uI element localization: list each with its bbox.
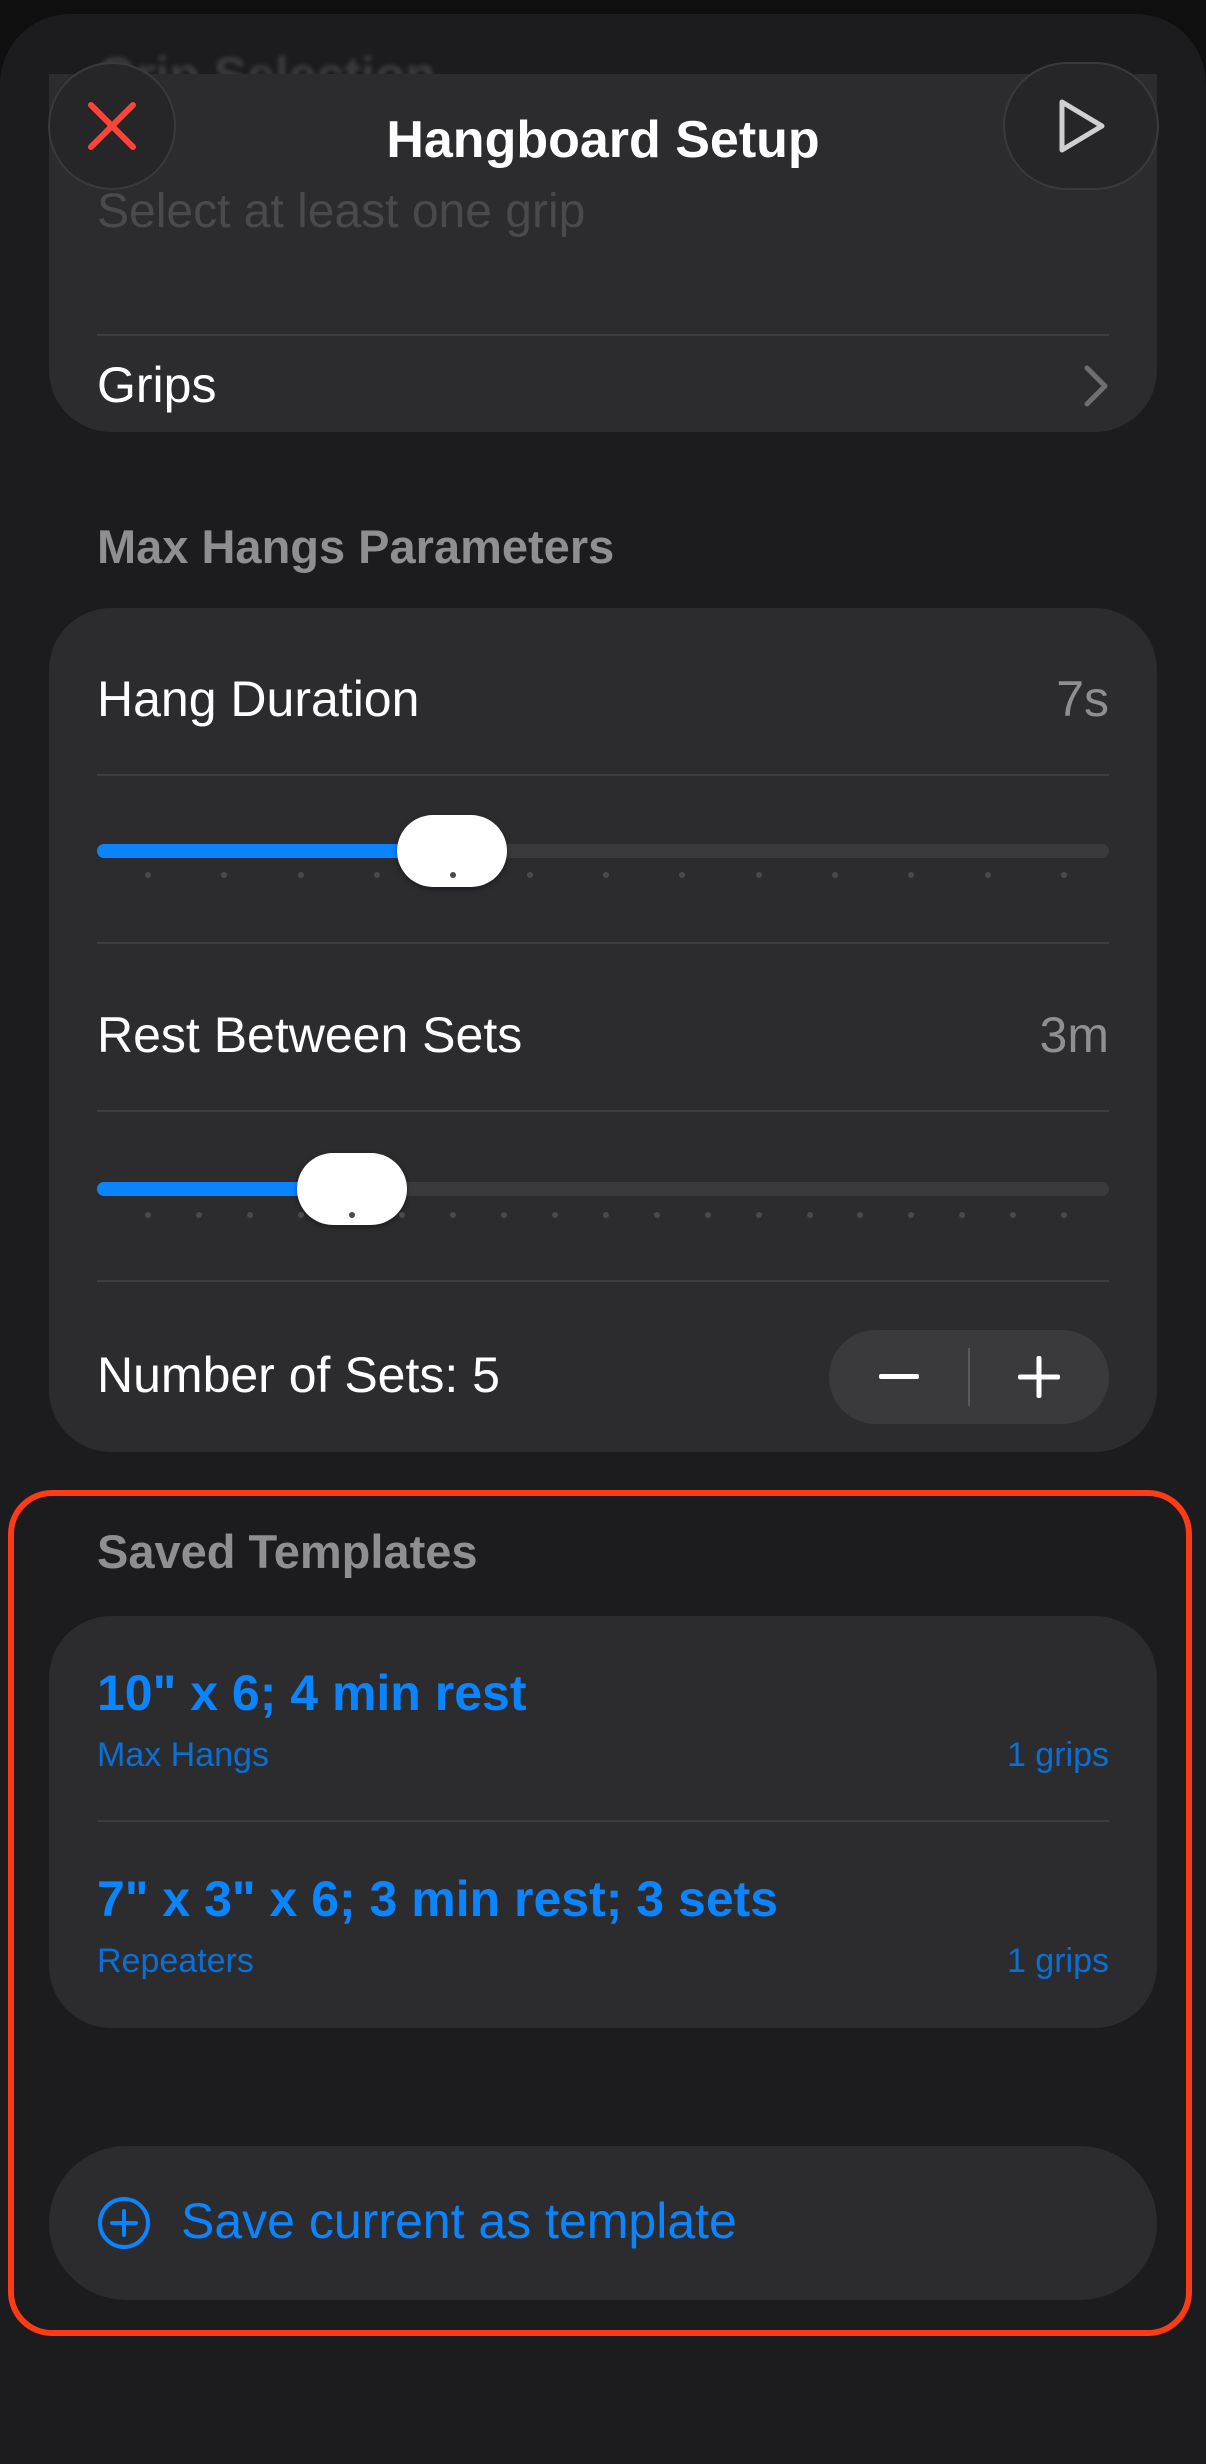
slider-tick (832, 872, 838, 878)
hang-duration-slider[interactable] (97, 815, 1109, 887)
slider-tick (348, 1212, 355, 1218)
slider-tick (145, 872, 151, 878)
start-button[interactable] (1003, 62, 1159, 190)
number-of-sets-label: Number of Sets: 5 (97, 1347, 500, 1403)
divider (97, 774, 1109, 776)
divider (97, 1110, 1109, 1112)
increment-button[interactable] (969, 1330, 1109, 1424)
sets-stepper[interactable] (829, 1330, 1109, 1424)
slider-tick (1061, 872, 1067, 878)
play-icon (1059, 99, 1105, 153)
slider-tick (755, 1212, 762, 1218)
slider-tick (221, 872, 228, 878)
slider-tick (806, 1212, 813, 1218)
slider-tick (145, 1212, 151, 1218)
slider-tick (297, 872, 304, 878)
slider-tick (195, 1212, 202, 1218)
slider-tick (679, 872, 686, 878)
rest-between-sets-slider[interactable] (97, 1153, 1109, 1225)
grips-row[interactable]: Grips (49, 336, 1157, 432)
slider-tick (755, 872, 762, 878)
rest-between-sets-label: Rest Between Sets (97, 1007, 523, 1063)
hang-duration-value: 7s (1056, 671, 1109, 727)
slider-tick (297, 1212, 304, 1218)
slider-tick (552, 1212, 559, 1218)
grips-label: Grips (97, 357, 217, 413)
slider-tick (959, 1212, 966, 1218)
slider-tick (246, 1212, 253, 1218)
slider-tick (501, 1212, 508, 1218)
rest-between-sets-value: 3m (1039, 1007, 1109, 1063)
slider-tick (1061, 1212, 1067, 1218)
hang-duration-label: Hang Duration (97, 671, 420, 727)
slider-tick (1010, 1212, 1017, 1218)
parameters-card: Hang Duration 7s Rest Between Sets 3m Nu… (49, 608, 1157, 1452)
slider-tick (399, 1212, 406, 1218)
slider-tick (526, 872, 533, 878)
plus-icon (1018, 1356, 1060, 1398)
slider-tick (984, 872, 991, 878)
slider-ticks (97, 872, 1109, 878)
grip-placeholder: Select at least one grip (97, 185, 586, 238)
slider-tick (450, 1212, 457, 1218)
slider-tick (603, 1212, 609, 1218)
slider-tick (908, 872, 915, 878)
divider (97, 1280, 1109, 1282)
minus-icon (879, 1374, 919, 1379)
slider-tick (704, 1212, 711, 1218)
slider-tick (450, 872, 457, 878)
divider (97, 942, 1109, 944)
parameters-header: Max Hangs Parameters (97, 520, 615, 573)
setup-sheet: Grip Selection Select at least one grip … (0, 14, 1206, 2464)
chevron-right-icon (1084, 365, 1108, 407)
slider-tick (653, 1212, 660, 1218)
decrement-button[interactable] (829, 1330, 969, 1424)
slider-tick (374, 872, 380, 878)
slider-tick (857, 1212, 864, 1218)
slider-tick (908, 1212, 915, 1218)
slider-ticks (97, 1212, 1109, 1218)
highlight-box (8, 1490, 1192, 2336)
slider-tick (603, 872, 609, 878)
